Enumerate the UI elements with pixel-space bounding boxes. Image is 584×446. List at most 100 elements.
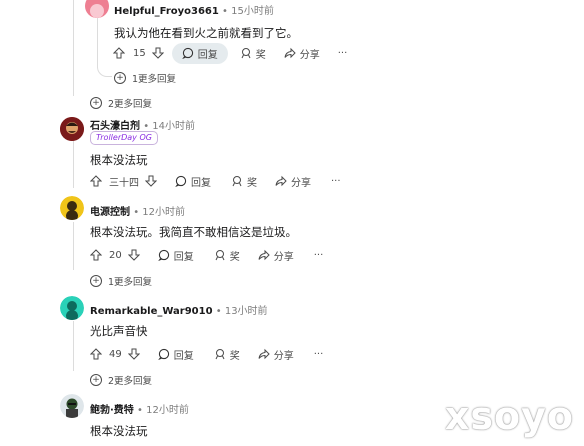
comment-meta: 鲍勃·费特 • 12小时前 (90, 401, 189, 416)
vote-count: 15 (133, 47, 146, 59)
author-name[interactable]: 电源控制 (90, 207, 130, 218)
award-icon (240, 47, 252, 59)
more-options-button[interactable]: ··· (338, 48, 348, 59)
more-options-button[interactable]: ··· (314, 250, 324, 261)
more-replies-link[interactable]: + 1更多回复 (90, 274, 152, 288)
downvote-icon[interactable] (127, 348, 140, 360)
award-button[interactable]: 奖 (214, 248, 240, 263)
comment-meta: Remarkable_War9010 • 13小时前 (90, 302, 268, 317)
avatar[interactable] (85, 0, 109, 18)
watermark: xsoyo (444, 394, 574, 438)
vote-count: 三十四 (109, 177, 139, 189)
comment-time[interactable]: 12小时前 (142, 207, 185, 218)
user-flair: TrollerDay OG (90, 131, 158, 145)
comment-meta: 电源控制 • 12小时前 (90, 203, 185, 218)
plus-circle-icon: + (90, 275, 102, 287)
share-icon (275, 175, 287, 187)
share-label: 分享 (291, 177, 311, 189)
avatar[interactable] (60, 117, 84, 141)
comment-actions: 15 回复 奖 分享 ··· (113, 42, 347, 64)
comment-meta: Helpful_Froyo3661 • 15小时前 (114, 2, 274, 17)
comment-body: 根本没法玩。我简直不敢相信这是垃圾。 (90, 225, 297, 239)
downvote-icon[interactable] (127, 249, 140, 261)
share-label: 分享 (299, 49, 320, 61)
more-replies-label: 2更多回复 (108, 99, 153, 110)
comment-actions: 20 回复 奖 分享 ··· (90, 244, 323, 266)
award-label: 奖 (229, 251, 240, 263)
comment-meta: 石头濠白剂 • 14小时前 (90, 117, 195, 132)
upvote-icon[interactable] (90, 175, 102, 187)
comment-time[interactable]: 14小时前 (152, 121, 195, 132)
comment-bubble-icon (157, 348, 170, 360)
share-label: 分享 (273, 251, 294, 263)
meta-separator: • (215, 306, 222, 317)
more-replies-link[interactable]: + 2更多回复 (90, 96, 152, 110)
avatar[interactable] (60, 394, 84, 418)
thread-line[interactable] (73, 321, 74, 371)
comment-actions: 49 回复 奖 分享 ··· (90, 343, 323, 365)
share-button[interactable]: 分享 (258, 248, 294, 263)
award-button[interactable]: 奖 (214, 347, 240, 362)
award-label: 奖 (247, 177, 257, 189)
comment-time[interactable]: 15小时前 (231, 6, 274, 17)
share-button[interactable]: 分享 (258, 347, 294, 362)
share-label: 分享 (273, 350, 294, 362)
meta-separator: • (137, 405, 143, 416)
more-replies-link[interactable]: + 2更多回复 (90, 373, 152, 387)
share-icon (284, 47, 296, 59)
reply-label: 回复 (197, 49, 218, 61)
comment-actions: 三十四 回复 奖 分享 ··· (90, 170, 341, 192)
author-name[interactable]: 鲍勃·费特 (90, 405, 134, 416)
share-icon (258, 249, 270, 261)
comment-bubble-icon (175, 175, 187, 187)
award-icon (231, 175, 243, 187)
reply-button[interactable]: 回复 (175, 174, 211, 189)
thread-line[interactable] (73, 222, 74, 270)
author-name[interactable]: Helpful_Froyo3661 (114, 6, 219, 17)
comment-time[interactable]: 12小时前 (146, 405, 189, 416)
more-replies-label: 1更多回复 (108, 277, 153, 288)
comment-bubble-icon (181, 47, 194, 59)
more-replies-link[interactable]: + 1更多回复 (114, 71, 176, 85)
award-label: 奖 (229, 350, 240, 362)
vote-count: 49 (109, 348, 122, 360)
comment-bubble-icon (157, 249, 170, 261)
downvote-icon[interactable] (145, 175, 157, 187)
award-icon (214, 249, 226, 261)
award-button[interactable]: 奖 (231, 174, 257, 189)
author-name[interactable]: Remarkable_War9010 (90, 306, 213, 317)
plus-circle-icon: + (90, 97, 102, 109)
thread-line[interactable] (73, 0, 74, 96)
comment-body: 根本没法玩 (90, 424, 148, 438)
comment-body: 光比声音快 (90, 324, 148, 338)
reply-label: 回复 (173, 350, 194, 362)
plus-circle-icon: + (114, 72, 126, 84)
reply-button[interactable]: 回复 (171, 42, 228, 64)
comment-body: 根本没法玩 (90, 153, 148, 167)
avatar[interactable] (60, 296, 84, 320)
award-icon (214, 348, 226, 360)
upvote-icon[interactable] (113, 47, 125, 59)
avatar[interactable] (60, 196, 84, 220)
comment-time[interactable]: 13小时前 (225, 306, 268, 317)
vote-count: 20 (109, 249, 122, 261)
share-button[interactable]: 分享 (275, 174, 311, 189)
more-options-button[interactable]: ··· (314, 349, 324, 360)
thread-connector (97, 60, 112, 77)
meta-separator: • (222, 6, 228, 17)
reply-label: 回复 (191, 177, 211, 189)
award-button[interactable]: 奖 (240, 46, 266, 61)
more-replies-label: 2更多回复 (108, 376, 153, 387)
more-replies-label: 1更多回复 (132, 74, 177, 85)
reply-button[interactable]: 回复 (157, 248, 194, 263)
reply-button[interactable]: 回复 (157, 347, 194, 362)
plus-circle-icon: + (90, 374, 102, 386)
more-options-button[interactable]: ··· (331, 176, 341, 187)
upvote-icon[interactable] (90, 249, 102, 261)
comment-body: 我认为他在看到火之前就看到了它。 (114, 26, 298, 40)
downvote-icon[interactable] (151, 47, 164, 59)
share-button[interactable]: 分享 (284, 46, 320, 61)
upvote-icon[interactable] (90, 348, 102, 360)
thread-line[interactable] (73, 136, 74, 188)
meta-separator: • (133, 207, 140, 218)
